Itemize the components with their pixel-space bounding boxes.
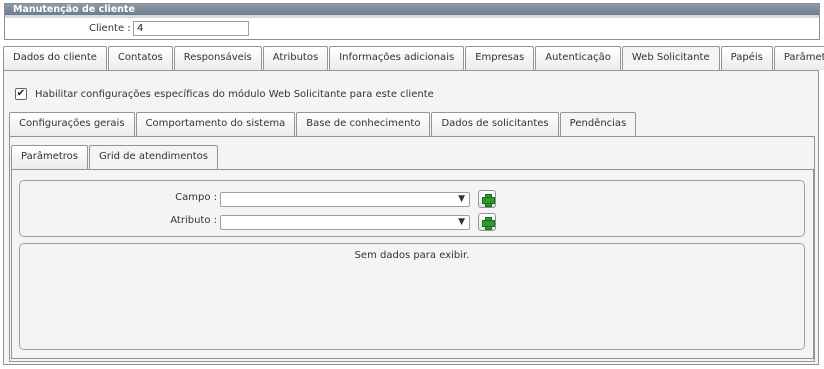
tab-responsaveis[interactable]: Responsáveis: [173, 46, 262, 70]
tab-dados-do-cliente[interactable]: Dados do cliente: [3, 46, 107, 70]
tab-comportamento-do-sistema[interactable]: Comportamento do sistema: [135, 112, 296, 136]
client-maintenance-panel: Manutenção de cliente Cliente :: [4, 3, 820, 40]
enable-web-solicitante-label: Habilitar configurações específicas do m…: [35, 88, 434, 100]
panel-title-divider: [5, 15, 819, 18]
chevron-down-icon: ▼: [458, 194, 465, 204]
tab-base-de-conhecimento[interactable]: Base de conhecimento: [296, 112, 431, 136]
add-atributo-button[interactable]: [478, 213, 496, 231]
main-tabs: Dados do cliente Contatos Responsáveis A…: [3, 46, 824, 71]
atributo-label: Atributo :: [170, 215, 217, 226]
atendimentos-grid: Sem dados para exibir.: [19, 243, 805, 350]
plus-icon: [481, 193, 495, 207]
chevron-down-icon: ▼: [458, 217, 465, 227]
tab-papeis[interactable]: Papéis: [720, 46, 773, 70]
campo-label: Campo :: [175, 192, 217, 203]
tab-dados-de-solicitantes[interactable]: Dados de solicitantes: [431, 112, 559, 136]
tab-pendencias-parametros[interactable]: Parâmetros: [11, 145, 88, 169]
add-campo-button[interactable]: [478, 190, 496, 208]
empty-grid-message: Sem dados para exibir.: [354, 250, 470, 261]
tab-configuracoes-gerais[interactable]: Configurações gerais: [9, 112, 135, 136]
client-label: Cliente :: [89, 23, 131, 34]
tab-informacoes-adicionais[interactable]: Informações adicionais: [329, 46, 465, 70]
tab-pendencias[interactable]: Pendências: [559, 112, 637, 137]
enable-web-solicitante-row: ✔ Habilitar configurações específicas do…: [15, 88, 434, 100]
client-input[interactable]: [133, 21, 249, 36]
panel-title: Manutenção de cliente: [5, 4, 819, 15]
enable-web-solicitante-checkbox[interactable]: ✔: [15, 88, 27, 100]
tab-parametros[interactable]: Parâmetros: [773, 46, 824, 70]
field-selection-box: Campo : ▼ Atributo : ▼: [19, 180, 805, 237]
tab-web-solicitante[interactable]: Web Solicitante: [621, 46, 720, 71]
plus-icon: [481, 216, 495, 230]
tab-empresas[interactable]: Empresas: [465, 46, 535, 70]
campo-select[interactable]: ▼: [220, 192, 470, 207]
sub-tabs: Configurações gerais Comportamento do si…: [9, 112, 637, 137]
tab-contatos[interactable]: Contatos: [107, 46, 173, 70]
tab-autenticacao[interactable]: Autenticação: [535, 46, 621, 70]
client-row: Cliente :: [5, 21, 819, 37]
atributo-select[interactable]: ▼: [220, 215, 470, 230]
tab-grid-de-atendimentos[interactable]: Grid de atendimentos: [88, 145, 218, 170]
tab-atributos[interactable]: Atributos: [262, 46, 329, 70]
pendencias-tabs: Parâmetros Grid de atendimentos: [11, 145, 219, 170]
